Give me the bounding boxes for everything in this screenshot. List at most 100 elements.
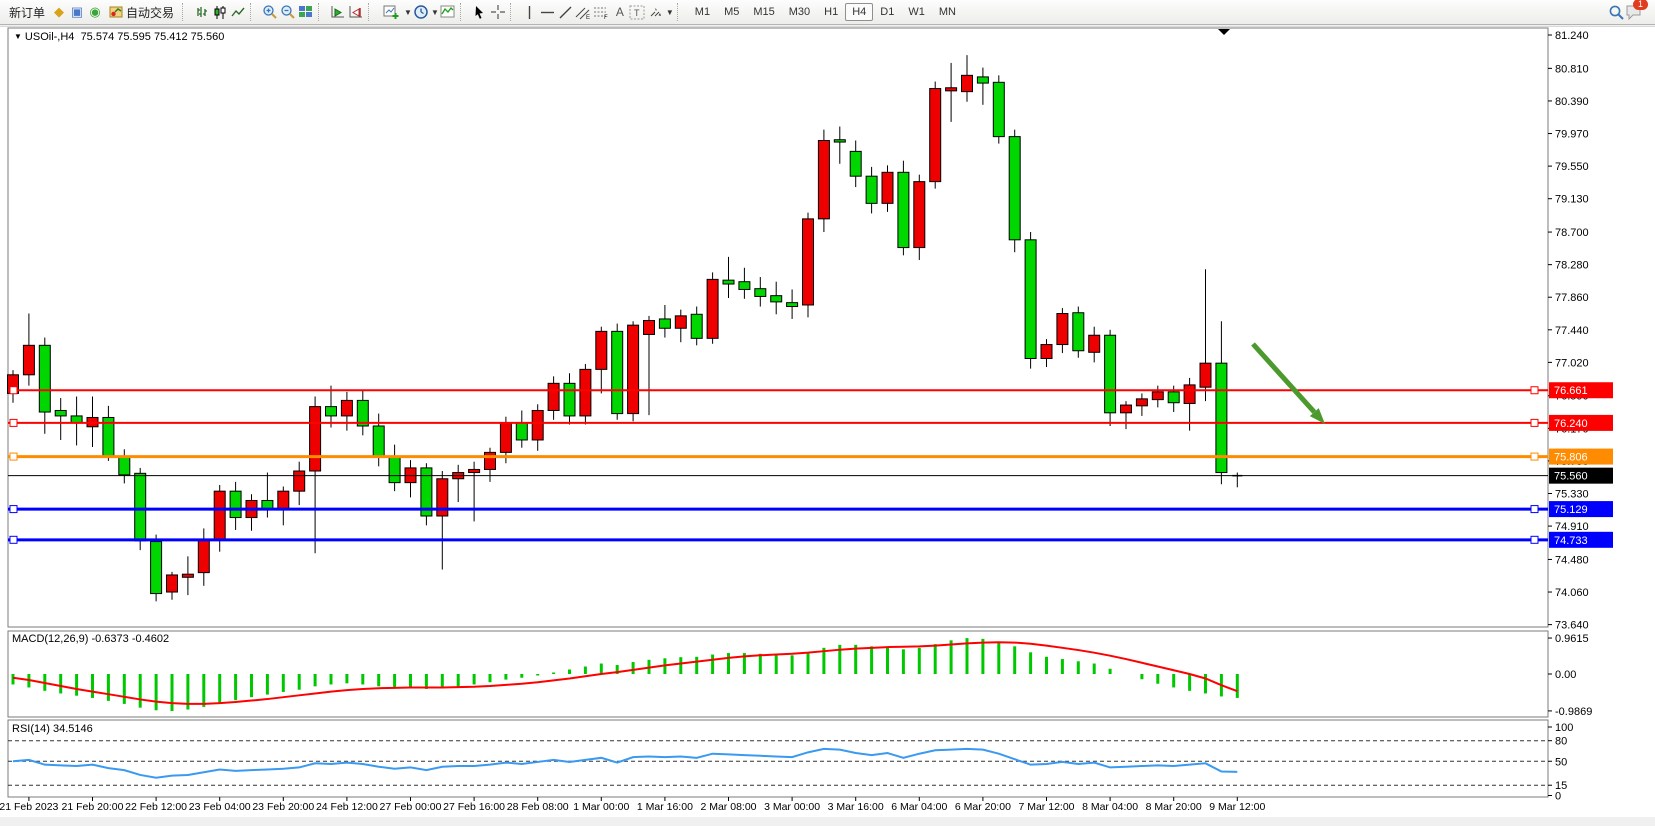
svg-text:73.640: 73.640 (1555, 620, 1589, 632)
svg-text:75.560: 75.560 (1554, 471, 1588, 483)
svg-text:80: 80 (1555, 736, 1567, 748)
timeframe-MN[interactable]: MN (932, 3, 963, 21)
timeframe-W1[interactable]: W1 (901, 3, 932, 21)
rsi-label: RSI(14) 34.5146 (12, 723, 93, 735)
channel-icon[interactable]: E (575, 3, 593, 21)
timeframe-D1[interactable]: D1 (873, 3, 901, 21)
fibonacci-icon[interactable]: F (593, 3, 611, 21)
svg-text:75.806: 75.806 (1554, 452, 1588, 464)
toolbar-separator (182, 3, 190, 21)
text-icon[interactable]: A (611, 3, 629, 21)
svg-text:0.9615: 0.9615 (1555, 633, 1589, 645)
chevron-down-icon[interactable]: ▼ (431, 8, 439, 17)
new-chart-icon[interactable] (379, 3, 403, 21)
collapse-ohlc-icon[interactable]: ▼ (14, 32, 22, 41)
svg-text:81.240: 81.240 (1555, 30, 1589, 42)
svg-text:50: 50 (1555, 756, 1567, 768)
svg-text:78.280: 78.280 (1555, 260, 1589, 272)
arrows-tool-icon[interactable] (647, 3, 665, 21)
new-order-label: 新订单 (9, 4, 45, 21)
svg-text:0.00: 0.00 (1555, 669, 1576, 681)
svg-text:75.129: 75.129 (1554, 504, 1588, 516)
svg-text:74.910: 74.910 (1555, 521, 1589, 533)
text-label-icon[interactable]: T (629, 3, 647, 21)
ohlc-values: 75.574 75.595 75.412 75.560 (81, 31, 225, 43)
metaeditor-icon[interactable]: ◆ (50, 3, 68, 21)
svg-text:22 Feb 12:00: 22 Feb 12:00 (125, 801, 187, 813)
svg-text:3 Mar 16:00: 3 Mar 16:00 (828, 801, 884, 813)
svg-text:6 Mar 20:00: 6 Mar 20:00 (955, 801, 1011, 813)
toolbar-separator (250, 3, 258, 21)
search-icon[interactable] (1607, 3, 1625, 21)
svg-text:21 Feb 2023: 21 Feb 2023 (0, 801, 59, 813)
timeframe-M15[interactable]: M15 (746, 3, 781, 21)
cursor-icon[interactable] (471, 3, 489, 21)
zoom-in-icon[interactable] (261, 3, 279, 21)
svg-text:23 Feb 20:00: 23 Feb 20:00 (252, 801, 314, 813)
chat-icon[interactable]: 1 (1625, 3, 1643, 21)
price-chart[interactable]: 81.240 80.810 80.390 79.970 79.550 79.130 78.7… (0, 0, 1655, 826)
period-clock-icon[interactable] (412, 3, 430, 21)
vertical-line-icon[interactable] (521, 3, 539, 21)
terminal-icon[interactable]: ▣ (68, 3, 86, 21)
timeframe-M1[interactable]: M1 (688, 3, 717, 21)
svg-text:77.860: 77.860 (1555, 292, 1589, 304)
crosshair-icon[interactable] (489, 3, 507, 21)
svg-text:27 Feb 00:00: 27 Feb 00:00 (380, 801, 442, 813)
autoscroll-icon[interactable] (329, 3, 347, 21)
svg-text:1 Mar 00:00: 1 Mar 00:00 (573, 801, 629, 813)
svg-text:74.060: 74.060 (1555, 587, 1589, 599)
autotrade-button[interactable]: 自动交易 (104, 0, 179, 24)
toolbar-separator (510, 3, 518, 21)
timeframe-H1[interactable]: H1 (817, 3, 845, 21)
autotrade-icon (109, 3, 123, 21)
svg-text:24 Feb 12:00: 24 Feb 12:00 (316, 801, 378, 813)
svg-text:F: F (604, 15, 608, 20)
zoom-out-icon[interactable] (279, 3, 297, 21)
svg-text:78.700: 78.700 (1555, 227, 1589, 239)
toolbar-separator (318, 3, 326, 21)
new-order-button[interactable]: 新订单 (4, 0, 50, 24)
svg-text:77.020: 77.020 (1555, 357, 1589, 369)
line-chart-icon[interactable] (229, 3, 247, 21)
timeframe-M30[interactable]: M30 (782, 3, 817, 21)
svg-text:8 Mar 04:00: 8 Mar 04:00 (1082, 801, 1138, 813)
candlestick-icon[interactable] (211, 3, 229, 21)
bar-chart-icon[interactable] (193, 3, 211, 21)
svg-text:80.390: 80.390 (1555, 96, 1589, 108)
svg-text:74.733: 74.733 (1554, 535, 1588, 547)
svg-text:77.440: 77.440 (1555, 325, 1589, 337)
svg-text:8 Mar 20:00: 8 Mar 20:00 (1146, 801, 1202, 813)
svg-text:-0.9869: -0.9869 (1555, 706, 1592, 718)
toolbar-separator (368, 3, 376, 21)
timeframe-buttons: M1M5M15M30H1H4D1W1MN (688, 3, 963, 21)
toolbar-separator (460, 3, 468, 21)
svg-text:23 Feb 04:00: 23 Feb 04:00 (189, 801, 251, 813)
svg-text:T: T (634, 8, 640, 18)
main-toolbar: 新订单 ◆ ▣ ◉ 自动交易 ▼ ▼ E F A T ▼ M1M5M15M30H… (0, 0, 1655, 25)
svg-text:75.330: 75.330 (1555, 488, 1589, 500)
svg-text:79.970: 79.970 (1555, 129, 1589, 141)
svg-text:1 Mar 16:00: 1 Mar 16:00 (637, 801, 693, 813)
svg-text:76.661: 76.661 (1554, 385, 1588, 397)
svg-text:100: 100 (1555, 722, 1573, 734)
svg-text:79.550: 79.550 (1555, 161, 1589, 173)
svg-text:28 Feb 08:00: 28 Feb 08:00 (507, 801, 569, 813)
timeframe-H4[interactable]: H4 (845, 3, 873, 21)
chevron-down-icon[interactable]: ▼ (404, 8, 412, 17)
svg-text:9 Mar 12:00: 9 Mar 12:00 (1209, 801, 1265, 813)
svg-text:79.130: 79.130 (1555, 194, 1589, 206)
svg-text:7 Mar 12:00: 7 Mar 12:00 (1018, 801, 1074, 813)
timeframe-M5[interactable]: M5 (717, 3, 746, 21)
svg-text:80.810: 80.810 (1555, 63, 1589, 75)
symbol-period-label: USOil-,H4 (25, 31, 75, 43)
notification-badge: 1 (1633, 0, 1648, 10)
horizontal-line-icon[interactable] (539, 3, 557, 21)
chevron-down-icon[interactable]: ▼ (666, 8, 674, 17)
signals-icon[interactable]: ◉ (86, 3, 104, 21)
chart-shift-icon[interactable] (347, 3, 365, 21)
macd-label: MACD(12,26,9) -0.6373 -0.4602 (12, 633, 169, 645)
indicators-icon[interactable] (439, 3, 457, 21)
tile-windows-icon[interactable] (297, 3, 315, 21)
trendline-icon[interactable] (557, 3, 575, 21)
